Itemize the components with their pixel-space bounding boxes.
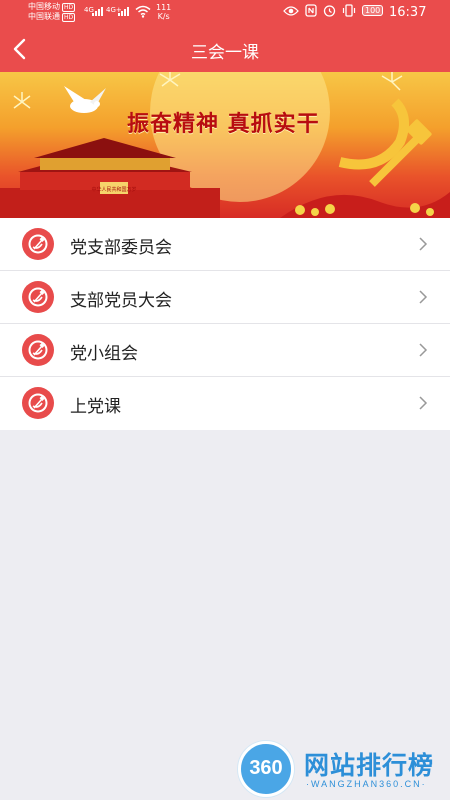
watermark-logo: 360 网站排行榜 ·WANGZHAN360.CN· [238, 741, 444, 797]
hd-badge: HD [62, 13, 76, 22]
carrier-2: 中国联通 [28, 12, 60, 21]
alarm-icon [323, 5, 336, 17]
menu-item-label: 党支部委员会 [70, 238, 172, 258]
party-emblem-graphic [338, 98, 432, 187]
menu-item-member-assembly[interactable]: 支部党员大会 [0, 271, 450, 324]
watermark-domain: ·WANGZHAN360.CN· [306, 779, 427, 789]
watermark-360-logo: 360 [238, 741, 294, 797]
system-icons: 100 [283, 4, 384, 17]
hd-badge: HD [62, 3, 76, 12]
banner-slogan: 振奋精神 真抓实干 [127, 111, 320, 137]
banner-image: 中华人民共和国万岁 振奋精神 真抓实干 [0, 72, 450, 218]
menu-item-label: 党小组会 [70, 344, 138, 364]
banner-illustration: 中华人民共和国万岁 [0, 72, 450, 218]
nav-bar: 三会一课 [0, 26, 450, 72]
network-speed: 111 K/s [156, 3, 172, 21]
wifi-icon [135, 5, 151, 18]
eye-icon [283, 5, 299, 16]
party-emblem-icon [22, 228, 54, 260]
menu-item-label: 支部党员大会 [70, 291, 172, 311]
carrier-1: 中国移动 [28, 2, 60, 11]
status-bar: 中国移动 HD 中国联通 HD 4G 4G+ 111 K/s 100 16:37 [0, 0, 450, 26]
gate-sign: 中华人民共和国万岁 [91, 186, 136, 193]
dove-icon [64, 86, 106, 113]
party-emblem-icon [22, 334, 54, 366]
menu-item-label: 上党课 [70, 397, 121, 417]
party-emblem-icon [22, 387, 54, 419]
carrier-info: 中国移动 HD 中国联通 HD [28, 2, 76, 22]
page-title: 三会一课 [191, 43, 259, 63]
menu-item-party-lecture[interactable]: 上党课 [0, 377, 450, 430]
chevron-right-icon [419, 396, 428, 410]
nfc-icon [305, 4, 317, 17]
vibrate-icon [342, 4, 356, 17]
watermark-title: 网站排行榜 [304, 751, 435, 780]
menu-item-party-group[interactable]: 党小组会 [0, 324, 450, 377]
battery-indicator: 100 [362, 5, 384, 16]
chevron-right-icon [419, 343, 428, 357]
menu-list: 党支部委员会 支部党员大会 党小组会 上党课 [0, 218, 450, 430]
clock: 16:37 [389, 5, 427, 20]
chevron-right-icon [419, 290, 428, 304]
signal-icon [118, 6, 129, 16]
menu-item-branch-committee[interactable]: 党支部委员会 [0, 218, 450, 271]
chevron-right-icon [419, 237, 428, 251]
signal-icon [92, 6, 103, 16]
party-emblem-icon [22, 281, 54, 313]
